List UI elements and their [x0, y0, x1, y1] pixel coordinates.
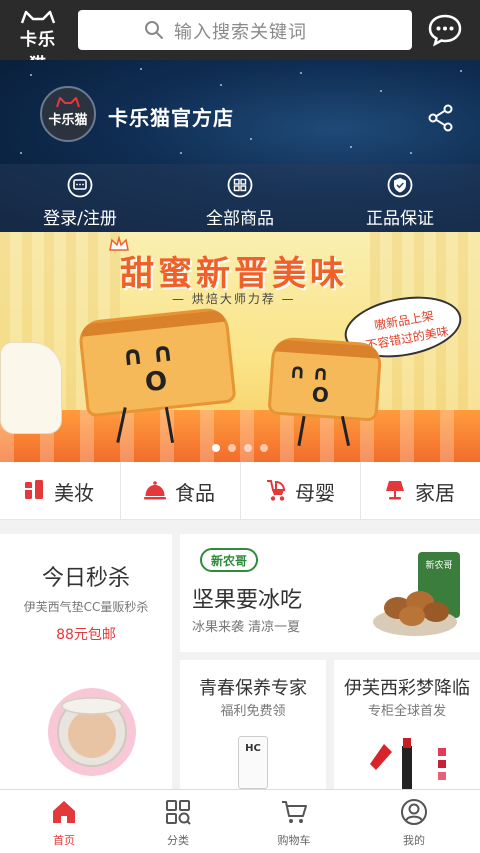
- cosmetics-icon: [25, 480, 43, 499]
- stroller-icon: [267, 480, 286, 501]
- top-bar: 卡乐猫 输入搜索关键词: [0, 0, 480, 75]
- tab-category[interactable]: 分类: [118, 790, 238, 853]
- milk-jug-image: [0, 342, 62, 434]
- search-icon: [145, 21, 163, 39]
- chat-square-icon: [67, 172, 93, 198]
- cushion-compact-image: [48, 688, 136, 776]
- store-nav-label: 全部商品: [206, 209, 274, 229]
- cart-icon: [282, 801, 307, 823]
- category-label: 美妆: [54, 481, 94, 505]
- category-baby[interactable]: 母婴: [240, 462, 360, 520]
- brand-logo: 新农哥: [200, 548, 258, 572]
- toast-character-image: ∩ ∩ O: [267, 336, 383, 422]
- pagination-dot[interactable]: [212, 444, 220, 452]
- package-brand-text: 新农哥: [425, 561, 453, 571]
- pagination-dot[interactable]: [260, 444, 268, 452]
- lipstick-desc: 专柜全球首发: [367, 704, 446, 719]
- message-icon[interactable]: [427, 12, 463, 48]
- store-avatar-text: 卡乐猫: [48, 113, 88, 128]
- home-icon: [53, 801, 75, 823]
- page: 卡乐猫 输入搜索关键词: [0, 0, 480, 853]
- lamp-icon: [386, 481, 404, 500]
- store-nav-login[interactable]: 登录/注册: [0, 164, 160, 232]
- tab-label: 购物车: [277, 834, 311, 847]
- bottle-label: HC: [245, 743, 261, 754]
- tab-label: 我的: [403, 834, 425, 847]
- tab-profile[interactable]: 我的: [354, 790, 474, 853]
- cat-ears-icon: [20, 10, 56, 24]
- promo-banner[interactable]: 甜蜜新晋美味 — 烘焙大师力荐 — 嗷新品上架 不容错过的美味 ∩ ∩ O ∩ …: [0, 232, 480, 462]
- flash-sale-desc: 伊芙西气垫CC量贩秒杀: [23, 600, 149, 614]
- pagination-dot[interactable]: [244, 444, 252, 452]
- banner-pagination: [208, 444, 272, 454]
- pagination-dot[interactable]: [228, 444, 236, 452]
- nuts-bowl-image: [373, 591, 457, 636]
- flash-sale-card[interactable]: 今日秒杀 伊芙西气垫CC量贩秒杀 88元包邮: [0, 534, 172, 789]
- lipstick-image: [370, 738, 446, 789]
- category-row: 美妆 食品 母婴 家居: [0, 462, 480, 520]
- flash-sale-title: 今日秒杀: [41, 566, 130, 591]
- store-nav-all-products[interactable]: 全部商品: [160, 164, 320, 232]
- banner-tablecloth: [0, 410, 480, 462]
- shield-icon: [387, 172, 413, 198]
- lipstick-promo-card[interactable]: 伊芙西彩梦降临 专柜全球首发: [334, 660, 480, 789]
- app-logo[interactable]: 卡乐猫: [12, 10, 64, 75]
- category-cosmetics[interactable]: 美妆: [0, 462, 120, 520]
- store-header: 卡乐猫 卡乐猫官方店 登录/注册 全部商品 正品保证: [0, 60, 480, 232]
- skincare-title: 青春保养专家: [199, 678, 307, 699]
- nuts-desc: 冰果来袭 清凉一夏: [192, 620, 301, 635]
- category-food[interactable]: 食品: [120, 462, 240, 520]
- cat-ears-icon: [56, 97, 80, 108]
- store-nav: 登录/注册 全部商品 正品保证: [0, 164, 480, 232]
- store-nav-label: 登录/注册: [43, 209, 117, 229]
- nuts-promo-card[interactable]: 新农哥 坚果要冰吃 冰果来袭 清凉一夏 新农哥: [180, 534, 480, 652]
- category-label: 食品: [175, 481, 215, 505]
- bottom-tab-bar: 首页 分类 购物车 我的: [0, 789, 480, 853]
- search-placeholder: 输入搜索关键词: [174, 22, 307, 43]
- category-home[interactable]: 家居: [360, 462, 480, 520]
- skincare-bottle-image: HC: [238, 736, 268, 789]
- tab-label: 分类: [167, 834, 189, 847]
- brand-logo-text: 新农哥: [210, 554, 247, 568]
- nuts-title: 坚果要冰吃: [192, 588, 303, 613]
- banner-subtitle: — 烘焙大师力荐 —: [172, 292, 296, 306]
- store-avatar[interactable]: 卡乐猫: [40, 86, 96, 142]
- tab-home[interactable]: 首页: [4, 790, 124, 853]
- profile-icon: [401, 799, 427, 825]
- flash-sale-price: 88元包邮: [56, 627, 116, 643]
- toast-character-image: ∩ ∩ O: [77, 306, 237, 418]
- lipstick-title: 伊芙西彩梦降临: [344, 678, 470, 699]
- category-label: 母婴: [295, 481, 335, 505]
- store-nav-label: 正品保证: [366, 209, 434, 229]
- store-nav-authentic[interactable]: 正品保证: [320, 164, 480, 232]
- share-icon[interactable]: [428, 104, 454, 132]
- category-icon: [166, 800, 191, 825]
- tab-label: 首页: [53, 834, 75, 847]
- skincare-promo-card[interactable]: 青春保养专家 福利免费领 HC: [180, 660, 326, 789]
- search-input[interactable]: 输入搜索关键词: [78, 10, 412, 50]
- skincare-desc: 福利免费领: [220, 704, 286, 719]
- banner-title: 甜蜜新晋美味: [120, 254, 348, 294]
- store-name: 卡乐猫官方店: [108, 106, 234, 130]
- food-cloche-icon: [144, 481, 166, 500]
- tab-cart[interactable]: 购物车: [234, 790, 354, 853]
- grid-icon: [227, 172, 253, 198]
- category-label: 家居: [415, 481, 455, 505]
